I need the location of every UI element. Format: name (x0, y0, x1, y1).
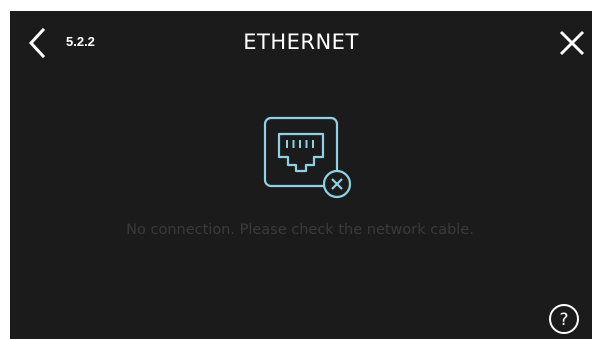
help-icon: ? (549, 304, 579, 334)
screen: 5.2.2 ETHERNET No connection. Please che… (10, 11, 592, 339)
close-icon (559, 30, 585, 56)
help-label: ? (559, 310, 568, 330)
status-message: No connection. Please check the network … (126, 222, 474, 238)
close-button[interactable] (558, 29, 586, 57)
page-title: ETHERNET (243, 30, 359, 54)
ethernet-disconnected-icon (262, 115, 358, 205)
help-button[interactable]: ? (548, 303, 580, 335)
